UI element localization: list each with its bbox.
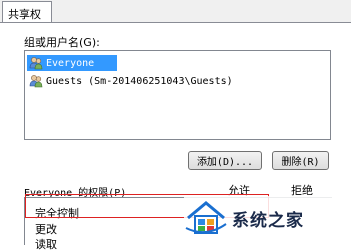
list-item[interactable]: Everyone: [27, 55, 117, 71]
group-or-user-label: 组或用户名(G):: [24, 36, 100, 49]
users-group-icon: [29, 74, 43, 88]
tab-share-permissions[interactable]: 共享权限: [2, 1, 52, 37]
watermark-text: 系统之家: [232, 210, 304, 231]
house-logo-icon: [184, 198, 228, 239]
user-name: Everyone: [46, 57, 95, 69]
users-group-icon: [29, 56, 43, 70]
user-list[interactable]: Everyone Guests (Sm-201406251043\Guests): [24, 50, 331, 140]
permission-row-change[interactable]: 更改: [35, 221, 57, 237]
add-button[interactable]: 添加(D)...: [188, 151, 262, 170]
permission-row-read[interactable]: 读取: [35, 236, 57, 252]
user-name: Guests (Sm-201406251043\Guests): [46, 75, 233, 87]
watermark: 系统之家: [184, 196, 351, 240]
remove-button[interactable]: 删除(R): [272, 151, 329, 170]
tab-strip: 共享权限: [0, 0, 351, 37]
list-item[interactable]: Guests (Sm-201406251043\Guests): [27, 73, 233, 89]
